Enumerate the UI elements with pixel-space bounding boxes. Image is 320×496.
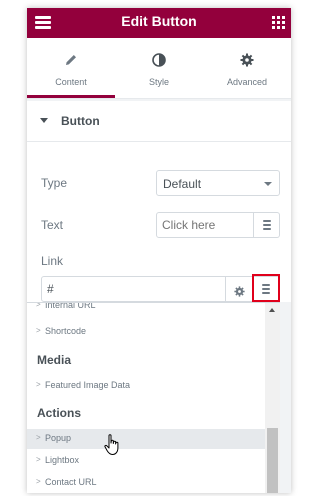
list-item[interactable]: > Featured Image Data	[27, 376, 265, 396]
link-gear-icon	[234, 284, 245, 302]
chevron-right-icon: >	[36, 380, 41, 389]
section-header-button[interactable]: Button	[27, 101, 291, 142]
editor-panel: Edit Button Content Style Advanced Butto…	[27, 8, 291, 493]
highlight-box	[252, 274, 280, 302]
link-input[interactable]	[41, 276, 226, 302]
grid-icon[interactable]	[272, 16, 285, 29]
gear-icon	[203, 53, 291, 69]
group-media: Media	[37, 353, 72, 367]
list-item[interactable]: > Internal URL	[27, 302, 265, 316]
type-label: Type	[41, 176, 68, 190]
tab-content-label: Content	[55, 77, 87, 87]
tab-advanced-label: Advanced	[226, 77, 268, 87]
hand-cursor-icon	[103, 433, 123, 457]
contrast-icon	[115, 53, 203, 69]
list-item-popup[interactable]: > Popup	[27, 429, 265, 449]
dropdown-scrollbar[interactable]	[265, 303, 280, 493]
caret-down-icon	[40, 118, 48, 123]
chevron-right-icon: >	[36, 477, 41, 486]
panel-title: Edit Button	[121, 13, 197, 29]
tab-advanced[interactable]: Advanced	[203, 38, 291, 98]
database-icon	[262, 220, 271, 230]
chevron-right-icon: >	[36, 433, 41, 442]
tab-style-label: Style	[148, 77, 169, 87]
panel-tabs: Content Style Advanced	[27, 38, 291, 99]
list-item[interactable]: > Shortcode	[27, 322, 265, 342]
text-input[interactable]	[156, 212, 254, 238]
panel-header: Edit Button	[27, 8, 291, 38]
chevron-right-icon: >	[36, 326, 41, 335]
scrollbar-thumb[interactable]	[267, 428, 278, 493]
dynamic-tags-dropdown: > Internal URL > Shortcode Media > Featu…	[27, 302, 280, 493]
link-options-button[interactable]	[226, 276, 253, 302]
chevron-right-icon: >	[36, 302, 41, 309]
tab-style[interactable]: Style	[115, 38, 203, 98]
controls-area: Type Default Text Link	[27, 142, 291, 302]
type-select[interactable]: Default	[156, 170, 280, 196]
section-title: Button	[61, 114, 100, 128]
group-actions: Actions	[37, 406, 82, 420]
chevron-right-icon: >	[36, 455, 41, 464]
list-item[interactable]: > Contact URL	[27, 473, 265, 493]
scroll-up-arrow-icon[interactable]	[269, 308, 275, 312]
text-dynamic-button[interactable]	[254, 212, 280, 238]
chevron-down-icon	[264, 182, 272, 186]
list-item[interactable]: > Lightbox	[27, 451, 265, 471]
tab-content[interactable]: Content	[27, 38, 115, 98]
type-select-value: Default	[163, 177, 202, 191]
link-label: Link	[41, 254, 64, 268]
pencil-icon	[27, 53, 115, 69]
text-label: Text	[41, 218, 64, 232]
